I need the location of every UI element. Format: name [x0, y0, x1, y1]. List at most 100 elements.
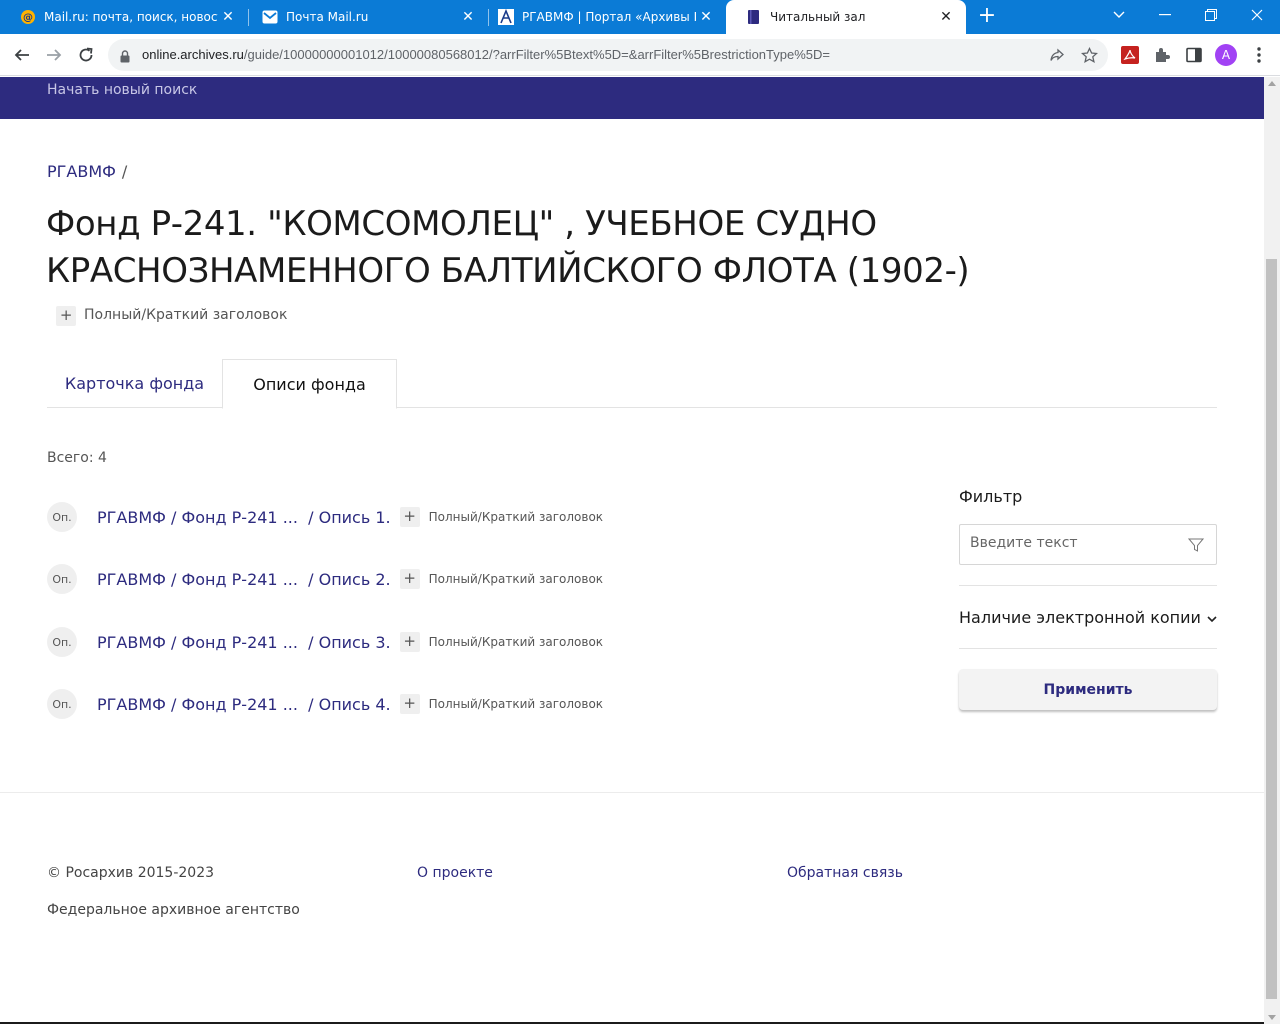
inventory-name[interactable]: / Опись 2.: [308, 570, 391, 589]
list-item: Оп. РГАВМФ / Фонд Р-241 ... / Опись 2. +…: [47, 563, 603, 595]
footer-feedback-link[interactable]: Обратная связь: [787, 865, 903, 881]
tab-title: Mail.ru: почта, поиск, новости, погода: [44, 10, 218, 24]
inventory-path[interactable]: РГАВМФ / Фонд Р-241 ...: [97, 633, 298, 652]
breadcrumb: РГАВМФ /: [47, 162, 127, 181]
forward-arrow-icon[interactable]: [41, 42, 67, 68]
electronic-copy-dropdown[interactable]: Наличие электронной копии: [959, 605, 1217, 629]
filter-title: Фильтр: [959, 487, 1023, 506]
fund-tabs: Карточка фонда Описи фонда: [47, 359, 1217, 409]
plus-icon[interactable]: +: [56, 305, 76, 326]
menu-kebab-icon[interactable]: [1249, 45, 1269, 65]
page-title: Фонд Р-241. "КОМСОМОЛЕЦ" , УЧЕБНОЕ СУДНО…: [46, 201, 1216, 343]
browser-tab-reading-room[interactable]: Читальный зал ✕: [726, 0, 966, 34]
url-path: /guide/10000000001012/10000080568012/?ar…: [243, 47, 830, 62]
scroll-up-arrow-icon[interactable]: [1268, 81, 1276, 86]
new-tab-button[interactable]: +: [975, 4, 999, 30]
inventory-toggle-label[interactable]: Полный/Краткий заголовок: [429, 697, 603, 711]
mailru-at-icon: @: [20, 9, 36, 25]
tab-fund-inventories[interactable]: Описи фонда: [222, 359, 397, 409]
tab-title: Читальный зал: [770, 10, 866, 24]
plus-icon[interactable]: +: [399, 694, 420, 714]
inventory-name[interactable]: / Опись 4.: [308, 695, 391, 714]
footer-about-link[interactable]: О проекте: [417, 865, 493, 881]
inventory-path[interactable]: РГАВМФ / Фонд Р-241 ...: [97, 508, 298, 527]
mail-envelope-icon: [262, 9, 278, 25]
lock-icon[interactable]: [120, 48, 130, 67]
inventory-toggle-label[interactable]: Полный/Краткий заголовок: [429, 572, 603, 586]
close-icon[interactable]: ✕: [458, 9, 478, 25]
close-icon[interactable]: ✕: [936, 9, 956, 25]
browser-tab-mailru[interactable]: @ Mail.ru: почта, поиск, новости, погода…: [0, 0, 248, 34]
browser-tab-strip: @ Mail.ru: почта, поиск, новости, погода…: [0, 0, 1280, 34]
book-icon: [746, 9, 762, 25]
page-viewport: Начать новый поиск РГАВМФ / Фонд Р-241. "…: [0, 77, 1264, 1024]
back-arrow-icon[interactable]: [9, 42, 35, 68]
inventory-link[interactable]: РГАВМФ / Фонд Р-241 ... / Опись 3.: [97, 633, 391, 652]
tab-search-chevron-icon[interactable]: [1096, 0, 1142, 30]
breadcrumb-archive-link[interactable]: РГАВМФ: [47, 162, 116, 181]
site-header: Начать новый поиск: [0, 77, 1264, 119]
new-search-link[interactable]: Начать новый поиск: [47, 82, 197, 98]
inventory-name[interactable]: / Опись 1.: [308, 508, 391, 527]
pdf-extension-icon[interactable]: [1120, 45, 1140, 65]
page-title-text: Фонд Р-241. "КОМСОМОЛЕЦ" , УЧЕБНОЕ СУДНО…: [46, 204, 970, 291]
list-item: Оп. РГАВМФ / Фонд Р-241 ... / Опись 1. +…: [47, 501, 603, 533]
profile-avatar[interactable]: A: [1215, 44, 1237, 66]
footer-copyright: © Росархив 2015-2023: [47, 865, 215, 881]
inventory-link[interactable]: РГАВМФ / Фонд Р-241 ... / Опись 4.: [97, 695, 391, 714]
electronic-copy-label[interactable]: Наличие электронной копии: [959, 608, 1201, 627]
archives-portal-icon: [498, 9, 514, 25]
filter-divider: [959, 648, 1217, 649]
filter-text-field[interactable]: [959, 524, 1217, 565]
close-window-icon[interactable]: [1234, 0, 1280, 30]
bookmark-star-icon[interactable]: [1080, 46, 1098, 64]
inventory-name[interactable]: / Опись 3.: [308, 633, 391, 652]
inventory-path[interactable]: РГАВМФ / Фонд Р-241 ...: [97, 695, 298, 714]
browser-tab-archives-portal[interactable]: РГАВМФ | Портал «Архивы России» ✕: [478, 0, 726, 34]
address-bar[interactable]: online.archives.ru/guide/10000000001012/…: [108, 39, 1108, 71]
inventory-toggle-label[interactable]: Полный/Краткий заголовок: [429, 635, 603, 649]
inventory-badge: Оп.: [47, 689, 77, 719]
scrollbar-thumb[interactable]: [1266, 259, 1277, 999]
inventory-path[interactable]: РГАВМФ / Фонд Р-241 ...: [97, 570, 298, 589]
reload-icon[interactable]: [73, 42, 99, 68]
plus-icon[interactable]: +: [399, 569, 420, 589]
total-count: Всего: 4: [47, 450, 107, 466]
inventory-badge: Оп.: [47, 627, 77, 657]
url-text: online.archives.ru/guide/10000000001012/…: [142, 47, 830, 62]
inventory-badge: Оп.: [47, 564, 77, 594]
plus-icon[interactable]: +: [399, 632, 420, 652]
tab-fund-card[interactable]: Карточка фонда: [47, 359, 222, 408]
list-item: Оп. РГАВМФ / Фонд Р-241 ... / Опись 4. +…: [47, 688, 603, 720]
title-toggle[interactable]: + Полный/Краткий заголовок: [56, 292, 287, 339]
url-host: online.archives.ru: [142, 47, 244, 62]
tab-title: Почта Mail.ru: [286, 10, 369, 24]
inventory-badge: Оп.: [47, 502, 77, 532]
scroll-down-arrow-icon[interactable]: [1268, 1015, 1276, 1020]
chevron-down-icon[interactable]: [1207, 608, 1217, 627]
vertical-scrollbar[interactable]: [1264, 77, 1280, 1024]
filter-divider: [959, 585, 1217, 586]
footer-divider: [0, 792, 1264, 793]
plus-icon[interactable]: +: [399, 507, 420, 527]
apply-button[interactable]: Применить: [959, 669, 1217, 710]
inventory-link[interactable]: РГАВМФ / Фонд Р-241 ... / Опись 2.: [97, 570, 391, 589]
side-panel-icon[interactable]: [1184, 45, 1204, 65]
svg-text:@: @: [23, 13, 33, 24]
filter-text-input[interactable]: [970, 535, 1180, 551]
minimize-icon[interactable]: [1142, 0, 1188, 30]
tab-title: РГАВМФ | Портал «Архивы России»: [522, 10, 696, 24]
browser-toolbar: online.archives.ru/guide/10000000001012/…: [0, 34, 1280, 76]
restore-icon[interactable]: [1188, 0, 1234, 30]
close-icon[interactable]: ✕: [218, 9, 238, 25]
browser-tab-mail[interactable]: Почта Mail.ru ✕: [242, 0, 488, 34]
footer-agency: Федеральное архивное агентство: [47, 902, 300, 918]
funnel-filter-icon: [1187, 537, 1205, 557]
inventory-toggle-label[interactable]: Полный/Краткий заголовок: [429, 510, 603, 524]
share-icon[interactable]: [1048, 46, 1066, 64]
inventory-link[interactable]: РГАВМФ / Фонд Р-241 ... / Опись 1.: [97, 508, 391, 527]
close-icon[interactable]: ✕: [696, 9, 716, 25]
list-item: Оп. РГАВМФ / Фонд Р-241 ... / Опись 3. +…: [47, 626, 603, 658]
extensions-puzzle-icon[interactable]: [1152, 45, 1172, 65]
title-toggle-label[interactable]: Полный/Краткий заголовок: [84, 292, 287, 339]
